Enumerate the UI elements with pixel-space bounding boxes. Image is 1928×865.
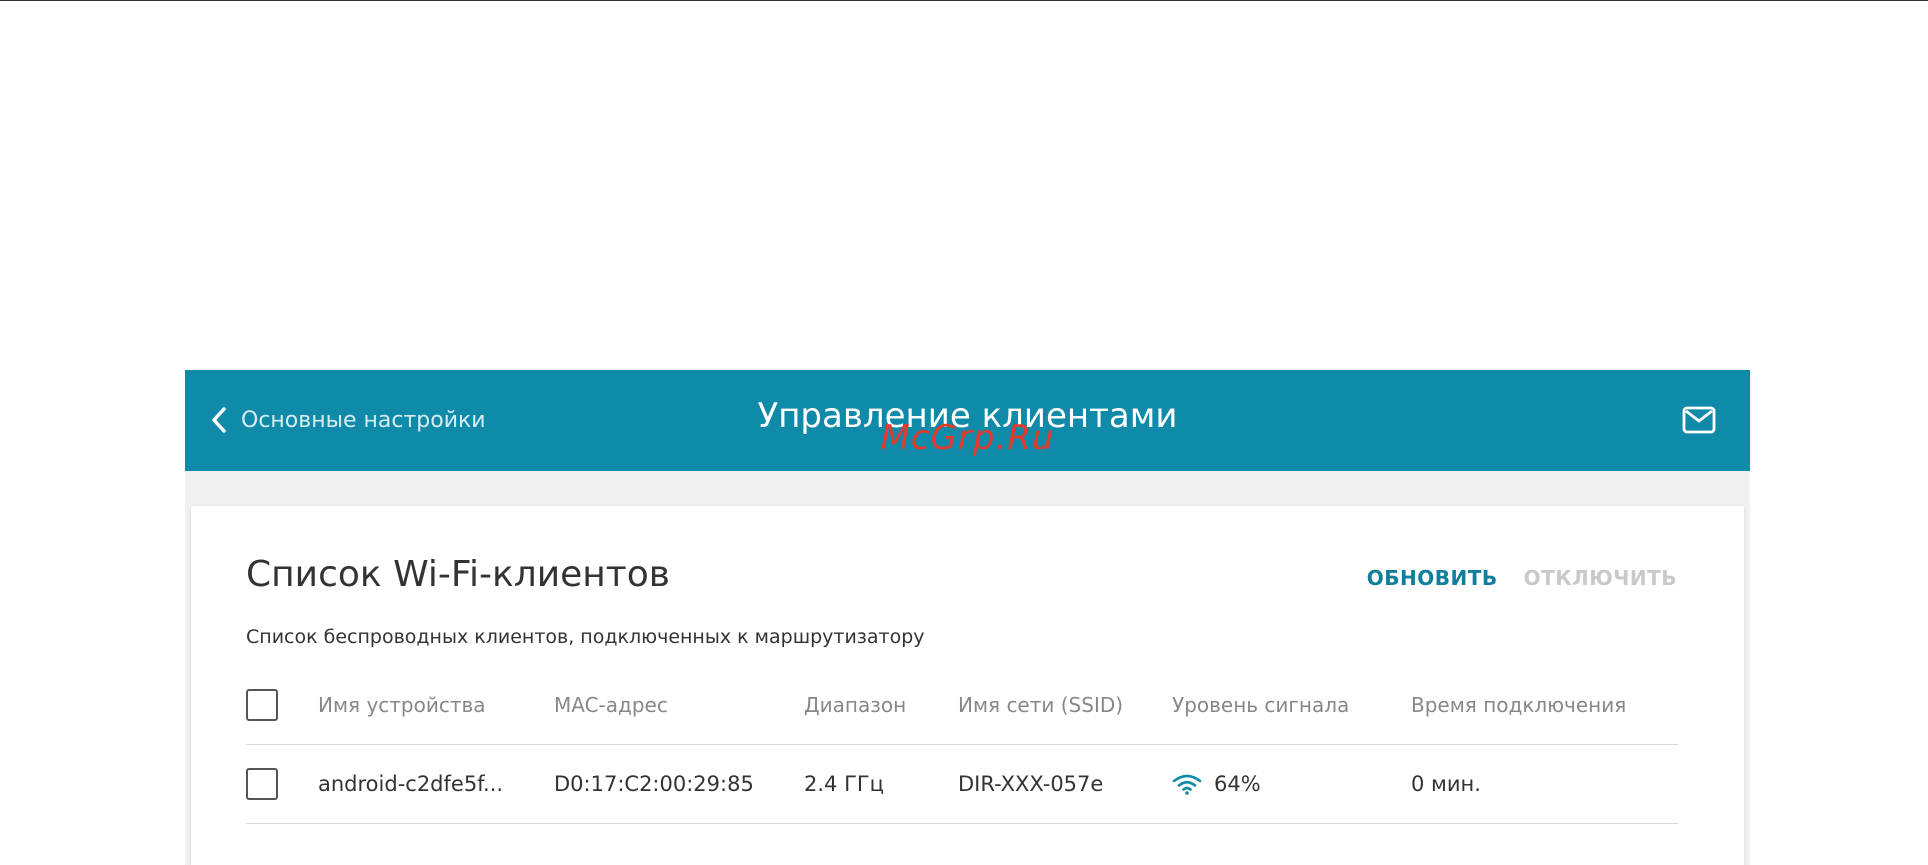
top-rule (0, 0, 1928, 1)
table-row[interactable]: android-c2dfe5f... D0:17:C2:00:29:85 2.4… (246, 745, 1678, 824)
header-bar: Основные настройки Управление клиентами … (185, 370, 1750, 471)
card-title: Список Wi-Fi-клиентов (246, 554, 671, 595)
band: 2.4 ГГц (804, 772, 884, 796)
wifi-signal-icon (1172, 774, 1202, 795)
clients-table: Имя устройства MAC-адрес Диапазон Имя се… (246, 666, 1678, 824)
ssid: DIR-XXX-057e (958, 772, 1104, 796)
row-select-cell (246, 745, 278, 823)
column-header-signal[interactable]: Уровень сигнала (1172, 666, 1349, 744)
wifi-clients-card: Список Wi-Fi-клиентов ОБНОВИТЬ ОТКЛЮЧИТЬ… (191, 506, 1744, 865)
signal-level: 64% (1172, 745, 1261, 823)
column-header-device-name[interactable]: Имя устройства (318, 666, 486, 744)
refresh-button[interactable]: ОБНОВИТЬ (1367, 566, 1498, 590)
column-header-connected-time[interactable]: Время подключения (1411, 666, 1626, 744)
card-description: Список беспроводных клиентов, подключенн… (246, 626, 925, 648)
connected-time: 0 мин. (1411, 772, 1481, 796)
select-all-checkbox[interactable] (246, 689, 278, 721)
disconnect-button[interactable]: ОТКЛЮЧИТЬ (1524, 566, 1677, 590)
mail-icon[interactable] (1682, 406, 1716, 434)
router-app: Основные настройки Управление клиентами … (185, 370, 1750, 865)
page-title: Управление клиентами (757, 396, 1178, 436)
column-header-ssid[interactable]: Имя сети (SSID) (958, 666, 1123, 744)
mac-address: D0:17:C2:00:29:85 (554, 772, 754, 796)
column-header-mac[interactable]: MAC-адрес (554, 666, 668, 744)
column-header-band[interactable]: Диапазон (804, 666, 906, 744)
table-header-row: Имя устройства MAC-адрес Диапазон Имя се… (246, 666, 1678, 745)
row-checkbox[interactable] (246, 768, 278, 800)
signal-value: 64% (1214, 772, 1261, 796)
card-actions: ОБНОВИТЬ ОТКЛЮЧИТЬ (1367, 566, 1677, 590)
device-name: android-c2dfe5f... (318, 772, 504, 796)
select-all-cell (246, 666, 278, 744)
